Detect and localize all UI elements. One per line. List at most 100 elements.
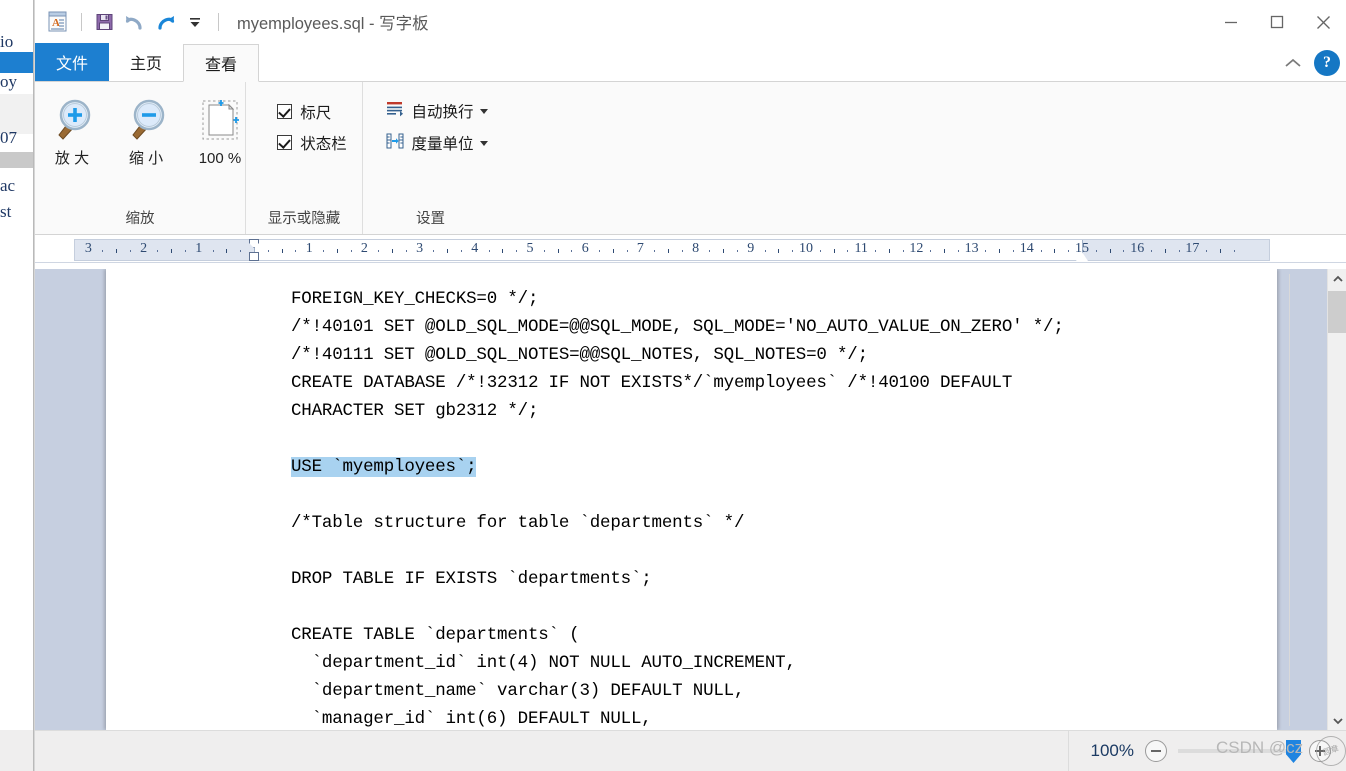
right-indent-marker[interactable]: [1076, 252, 1088, 261]
minimize-icon[interactable]: [1208, 0, 1254, 44]
ruler-minor-tick: [1151, 250, 1152, 252]
scroll-up-icon[interactable]: [1328, 269, 1346, 288]
chevron-up-icon[interactable]: [1280, 51, 1306, 75]
redo-icon[interactable]: [150, 7, 180, 37]
document-line[interactable]: `manager_id` int(6) DEFAULT NULL,: [291, 705, 1267, 730]
checkbox-ruler[interactable]: 标尺: [277, 96, 331, 127]
ruler-major-tick: [1220, 249, 1221, 253]
ruler-minor-tick: [1040, 250, 1042, 252]
document-line[interactable]: [291, 425, 1267, 453]
document-line[interactable]: [291, 481, 1267, 509]
ruler-number: 8: [692, 241, 700, 256]
ruler-minor-tick: [985, 250, 987, 252]
save-icon[interactable]: [90, 7, 120, 37]
ruler-number: 3: [416, 241, 424, 256]
ruler-checkbox[interactable]: [277, 104, 293, 119]
title-separator: [218, 13, 219, 31]
ruler-number: 14: [1019, 241, 1034, 256]
zoom-slider[interactable]: [1178, 740, 1301, 763]
statusbar-checkbox[interactable]: [277, 135, 293, 150]
zoom-out-button[interactable]: [1145, 740, 1167, 762]
document-line[interactable]: `department_name` varchar(3) DEFAULT NUL…: [291, 677, 1267, 705]
word-wrap-button[interactable]: 自动换行: [385, 95, 488, 127]
chevron-down-icon[interactable]: [180, 7, 210, 37]
zoom-out-button[interactable]: 缩 小: [113, 90, 179, 168]
zoom-100-label: 100 %: [198, 150, 242, 167]
measure-unit-icon: [385, 132, 405, 155]
vertical-scrollbar[interactable]: [1327, 269, 1346, 730]
ruler-major-tick: [612, 249, 614, 253]
ruler-minor-tick: [571, 250, 573, 252]
document-line[interactable]: DROP TABLE IF EXISTS `departments`;: [291, 565, 1267, 593]
ruler-minor-tick: [433, 250, 435, 252]
measure-unit-button[interactable]: 度量单位: [385, 127, 488, 159]
document-text[interactable]: FOREIGN_KEY_CHECKS=0 */;/*!40101 SET @OL…: [291, 285, 1267, 730]
tabbar-right-controls: ?: [1280, 50, 1340, 76]
ruler-minor-tick: [378, 250, 380, 252]
ruler-minor-tick: [819, 250, 821, 252]
ruler-minor-tick: [350, 250, 352, 252]
quick-access-toolbar: A: [35, 7, 227, 37]
ruler-minor-tick: [295, 250, 297, 252]
ruler-major-tick: [1109, 249, 1111, 253]
zoom-slider-handle[interactable]: [1286, 740, 1301, 763]
ruler-minor-tick: [737, 250, 738, 252]
zoom-in-button[interactable]: 放 大: [39, 90, 105, 168]
ruler-number: 4: [471, 241, 479, 256]
ruler-minor-tick: [1013, 250, 1014, 252]
document-page[interactable]: FOREIGN_KEY_CHECKS=0 */;/*!40101 SET @OL…: [106, 269, 1290, 730]
document-line[interactable]: CHARACTER SET gb2312 */;: [291, 397, 1267, 425]
background-text-fragment: st: [0, 202, 12, 221]
document-line[interactable]: FOREIGN_KEY_CHECKS=0 */;: [291, 285, 1267, 313]
chevron-down-icon[interactable]: [479, 108, 488, 114]
close-icon[interactable]: [1300, 0, 1346, 44]
ruler-minor-tick: [488, 250, 490, 252]
scroll-down-icon[interactable]: [1328, 711, 1346, 730]
ruler-number: 1: [195, 241, 203, 256]
ribbon-group-zoom-label: 缩放: [125, 211, 155, 227]
document-line[interactable]: CREATE TABLE `departments` (: [291, 621, 1267, 649]
document-line[interactable]: /*!40101 SET @OLD_SQL_MODE=@@SQL_MODE, S…: [291, 313, 1267, 341]
document-line[interactable]: `department_id` int(4) NOT NULL AUTO_INC…: [291, 649, 1267, 677]
checkbox-ruler-label: 标尺: [300, 104, 332, 122]
document-line[interactable]: [291, 593, 1267, 621]
ruler-minor-tick: [129, 250, 131, 252]
ruler-minor-tick: [185, 250, 186, 252]
document-line[interactable]: [291, 537, 1267, 565]
ruler-number: 9: [747, 241, 755, 256]
checkbox-statusbar-label: 状态栏: [300, 135, 347, 153]
document-line[interactable]: /*!40111 SET @OLD_SQL_NOTES=@@SQL_NOTES,…: [291, 341, 1267, 369]
ribbon-group-showhide: 标尺 状态栏 显示或隐藏: [245, 82, 362, 234]
ruler-number: 16: [1130, 241, 1145, 256]
ruler-minor-tick: [1123, 250, 1125, 252]
left-indent-marker[interactable]: [249, 252, 259, 261]
qat-separator: [81, 13, 82, 31]
ruler-minor-tick: [902, 250, 904, 252]
undo-icon[interactable]: [120, 7, 150, 37]
ruler-minor-tick: [792, 250, 794, 252]
document-line[interactable]: USE `myemployees`;: [291, 453, 1267, 481]
scrollbar-thumb[interactable]: [1328, 291, 1346, 333]
chevron-down-icon[interactable]: [479, 140, 488, 146]
tab-home[interactable]: 主页: [109, 43, 184, 81]
ruler-major-tick: [723, 249, 725, 253]
ruler-major-tick: [1054, 249, 1056, 253]
ribbon-group-settings: 自动换行 度量单位 设置: [362, 82, 498, 234]
zoom-in-button[interactable]: [1309, 740, 1331, 762]
tab-view[interactable]: 查看: [183, 44, 260, 82]
zoom-percent-label: 100%: [1090, 741, 1134, 760]
ruler-minor-tick: [267, 250, 269, 252]
ruler[interactable]: 3 2 1 1 2 3 4 5 6 7 8 9 10 11 12 13 14 15 16 17: [74, 239, 1270, 261]
document-line[interactable]: /*Table structure for table `departments…: [291, 509, 1267, 537]
document-line[interactable]: CREATE DATABASE /*!32312 IF NOT EXISTS*/…: [291, 369, 1267, 397]
ruler-minor-tick: [957, 250, 959, 252]
help-button[interactable]: ?: [1314, 50, 1340, 76]
maximize-icon[interactable]: [1254, 0, 1300, 44]
ruler-major-tick: [392, 249, 393, 253]
ribbon-group-showhide-label: 显示或隐藏: [267, 211, 341, 227]
zoom-100-button[interactable]: 100 %: [187, 90, 253, 168]
tab-file[interactable]: 文件: [35, 43, 110, 81]
ruler-minor-tick: [405, 250, 407, 252]
ruler-major-tick: [944, 249, 945, 253]
checkbox-statusbar[interactable]: 状态栏: [277, 127, 347, 158]
